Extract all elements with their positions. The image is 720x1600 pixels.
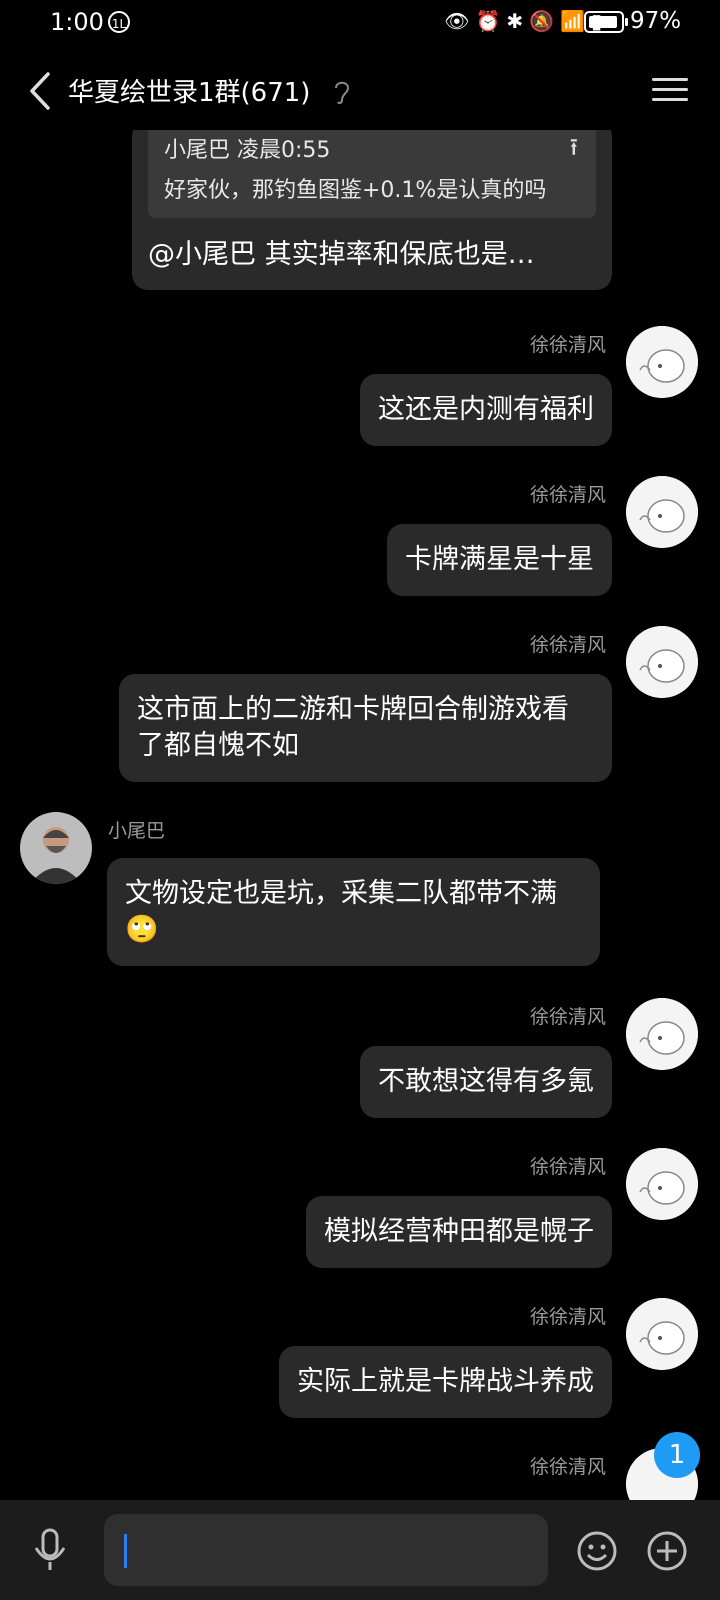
sender-name: 徐徐清风 <box>529 1156 606 1178</box>
emoji-icon[interactable] <box>576 1530 618 1572</box>
message-bubble[interactable]: 模拟经营种田都是幌子 <box>306 1196 612 1268</box>
status-time: 1:00 <box>50 8 104 36</box>
input-bar <box>0 1500 720 1600</box>
avatar[interactable] <box>626 476 698 548</box>
quoted-reply-bubble[interactable]: 小尾巴 凌晨0:55 ⭱ 好家伙，那钓鱼图鉴+0.1%是认真的吗 @小尾巴 其实… <box>132 130 612 290</box>
message-bubble[interactable]: 这市面上的二游和卡牌回合制游戏看了都自愧不如 <box>119 674 612 782</box>
message-bubble[interactable]: 实际上就是卡牌战斗养成 <box>279 1346 612 1418</box>
status-bar: 1:00 1L 👁⏰✱🔕📶▮ 97% <box>0 0 720 46</box>
avatar[interactable] <box>626 326 698 398</box>
message-bubble[interactable]: 卡牌满星是十星 <box>387 524 612 596</box>
sender-name: 小尾巴 <box>108 820 166 842</box>
sender-name: 徐徐清风 <box>529 1306 606 1328</box>
avatar[interactable] <box>626 626 698 698</box>
quoted-sender: 小尾巴 凌晨0:55 <box>164 138 331 163</box>
avatar[interactable] <box>20 812 92 884</box>
microphone-icon[interactable] <box>30 1526 70 1574</box>
message-bubble[interactable]: 不敢想这得有多氪 <box>360 1046 612 1118</box>
text-cursor <box>124 1534 127 1568</box>
avatar[interactable] <box>626 1148 698 1220</box>
quoted-text: 好家伙，那钓鱼图鉴+0.1%是认真的吗 <box>164 178 547 203</box>
message-text: 模拟经营种田都是幌子 <box>324 1216 594 1247</box>
message-text: 卡牌满星是十星 <box>405 544 594 575</box>
message-text: 实际上就是卡牌战斗养成 <box>297 1366 594 1397</box>
message-bubble[interactable]: 这还是内测有福利 <box>360 374 612 446</box>
ear-icon <box>335 81 350 105</box>
quoted-message[interactable]: 小尾巴 凌晨0:55 ⭱ 好家伙，那钓鱼图鉴+0.1%是认真的吗 <box>148 130 596 218</box>
sender-name: 徐徐清风 <box>529 484 606 506</box>
sender-name: 徐徐清风 <box>529 1006 606 1028</box>
battery-icon <box>584 11 628 33</box>
message-text: 不敢想这得有多氪 <box>378 1066 594 1097</box>
group-title[interactable]: 华夏绘世录1群(671) <box>68 72 310 109</box>
chat-header: 华夏绘世录1群(671) <box>0 56 720 126</box>
reply-text: @小尾巴 其实掉率和保底也是… <box>148 239 535 270</box>
message-text: 这市面上的二游和卡牌回合制游戏看了都自愧不如 <box>137 694 569 761</box>
back-icon[interactable] <box>22 68 62 114</box>
sender-name: 徐徐清风 <box>529 334 606 356</box>
avatar[interactable] <box>626 998 698 1070</box>
message-input[interactable] <box>104 1514 548 1586</box>
menu-icon[interactable] <box>652 72 688 108</box>
status-badge: 1L <box>108 11 130 33</box>
eye-roll-emoji-icon: 🙄 <box>125 914 159 945</box>
battery-percent: 97% <box>630 8 682 34</box>
avatar[interactable] <box>626 1298 698 1370</box>
sender-name: 徐徐清风 <box>529 634 606 656</box>
chat-list[interactable]: 小尾巴 凌晨0:55 ⭱ 好家伙，那钓鱼图鉴+0.1%是认真的吗 @小尾巴 其实… <box>0 130 720 1500</box>
message-text: 这还是内测有福利 <box>378 394 594 425</box>
jump-to-top-icon[interactable]: ⭱ <box>570 130 578 171</box>
message-text: 文物设定也是坑，采集二队都带不满 <box>125 878 557 909</box>
message-bubble[interactable]: 文物设定也是坑，采集二队都带不满 🙄 <box>107 858 600 966</box>
sender-name: 徐徐清风 <box>529 1456 606 1478</box>
unread-count-badge[interactable]: 1 <box>654 1432 700 1478</box>
plus-icon[interactable] <box>646 1530 688 1572</box>
